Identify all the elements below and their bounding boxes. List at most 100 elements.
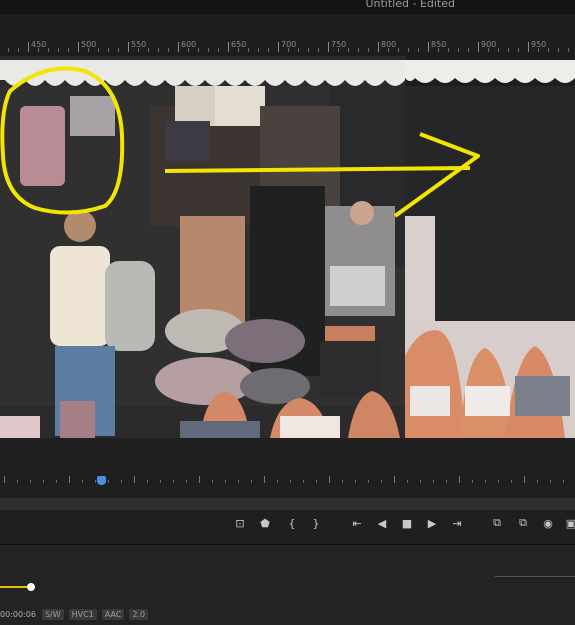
ruler-minor-tick (188, 48, 189, 52)
scrub-tick (173, 480, 174, 483)
zoom-to-fit-icon[interactable]: ⊡ (230, 512, 250, 534)
annotation-overlay (0, 66, 480, 218)
divider-line (495, 576, 575, 577)
badge-audio-channels: 2.0 (129, 608, 149, 620)
scrub-tick (498, 480, 499, 483)
stop-icon[interactable]: ■ (397, 512, 417, 534)
annotation-circle (0, 66, 125, 215)
ruler-minor-tick (258, 48, 259, 52)
ruler-minor-tick (108, 48, 109, 52)
in-point-icon[interactable]: { (282, 512, 302, 534)
ruler-minor-tick (8, 48, 9, 52)
ruler-minor-tick (418, 48, 419, 52)
ruler-major-tick (78, 42, 79, 52)
ruler-major-tick (428, 42, 429, 52)
scrub-tick (160, 480, 161, 483)
ruler-minor-tick (58, 48, 59, 52)
program-monitor[interactable] (0, 56, 575, 438)
ruler-minor-tick (568, 48, 569, 52)
camera-icon[interactable]: ◉ (538, 512, 558, 534)
step-back-icon[interactable]: ◀ (372, 512, 392, 534)
ruler-minor-tick (148, 48, 149, 52)
ruler-minor-tick (168, 48, 169, 52)
ruler-minor-tick (358, 48, 359, 52)
out-point-icon[interactable]: } (306, 512, 326, 534)
transport-controls: ⊡ ⬟{} ⇤ ◀ ■ ▶ ⇥ ⧉ ⧉ ◉ ▣ (0, 512, 575, 536)
ruler-minor-tick (348, 48, 349, 52)
scrub-tick (95, 480, 96, 483)
scrub-tick (329, 476, 330, 483)
ruler-minor-tick (198, 48, 199, 52)
ruler-minor-tick (118, 48, 119, 52)
scrub-tick (30, 480, 31, 483)
horizontal-scrollbar[interactable] (0, 498, 575, 510)
window-title: Untitled - Edited (365, 0, 455, 10)
insert-icon[interactable]: ⧉ (487, 512, 507, 534)
ruler-minor-tick (448, 48, 449, 52)
ruler-major-tick (378, 42, 379, 52)
ruler-minor-tick (68, 48, 69, 52)
scrub-tick (524, 476, 525, 483)
scrub-tick (316, 480, 317, 483)
scrub-tick (537, 480, 538, 483)
ruler-minor-tick (18, 48, 19, 52)
ruler-minor-tick (88, 48, 89, 52)
ruler-minor-tick (288, 48, 289, 52)
overwrite-icon[interactable]: ⧉ (513, 512, 533, 534)
ruler-major-tick (28, 42, 29, 52)
status-row: 00:00:06 S/W HVC1 AAC 2.0 (0, 607, 149, 621)
marker-icon[interactable]: ⬟ (255, 512, 275, 534)
ruler-major-tick (128, 42, 129, 52)
ruler-minor-tick (398, 48, 399, 52)
scrub-tick (446, 480, 447, 483)
ruler-minor-tick (458, 48, 459, 52)
scrub-tick (199, 476, 200, 483)
ruler-minor-tick (468, 48, 469, 52)
ruler-minor-tick (318, 48, 319, 52)
scrub-tick (108, 480, 109, 483)
scrub-track[interactable] (0, 470, 575, 496)
scrub-tick (121, 480, 122, 483)
scrub-tick (134, 476, 135, 483)
playhead[interactable] (97, 476, 106, 485)
go-to-in-icon[interactable]: ⇤ (347, 512, 367, 534)
time-ruler[interactable]: 450 500 550 600 650 700 750 800 850 900 950 (0, 40, 575, 54)
scrub-tick (420, 480, 421, 483)
scrub-tick (381, 480, 382, 483)
scrub-tick (56, 480, 57, 483)
progress-bar[interactable] (0, 586, 30, 588)
ruler-minor-tick (438, 48, 439, 52)
annotation-arrow-shaft (164, 166, 471, 173)
badge-audio-codec: AAC (101, 608, 125, 620)
ruler-minor-tick (518, 48, 519, 52)
ruler-minor-tick (488, 48, 489, 52)
scrub-tick (472, 480, 473, 483)
progress-knob[interactable] (27, 583, 35, 591)
scrub-tick (186, 480, 187, 483)
scrub-tick (277, 480, 278, 483)
scrub-tick (225, 480, 226, 483)
ruler-minor-tick (558, 48, 559, 52)
ruler-major-tick (478, 42, 479, 52)
ruler-minor-tick (538, 48, 539, 52)
scrub-tick (43, 480, 44, 483)
scrub-tick (147, 480, 148, 483)
ruler-major-tick (228, 42, 229, 52)
scrub-tick (4, 476, 5, 483)
ruler-minor-tick (208, 48, 209, 52)
go-to-out-icon[interactable]: ⇥ (447, 512, 467, 534)
export-frame-icon[interactable]: ▣ (561, 512, 575, 534)
ruler-minor-tick (408, 48, 409, 52)
scrub-tick (264, 476, 265, 483)
scrub-tick (212, 480, 213, 483)
scrub-tick (459, 476, 460, 483)
ruler-minor-tick (298, 48, 299, 52)
ruler-major-tick (528, 42, 529, 52)
ruler-major-tick (328, 42, 329, 52)
play-icon[interactable]: ▶ (422, 512, 442, 534)
scrub-tick (303, 480, 304, 483)
scrub-tick (550, 480, 551, 483)
scrub-tick (485, 480, 486, 483)
scrub-tick (394, 476, 395, 483)
ruler-minor-tick (508, 48, 509, 52)
